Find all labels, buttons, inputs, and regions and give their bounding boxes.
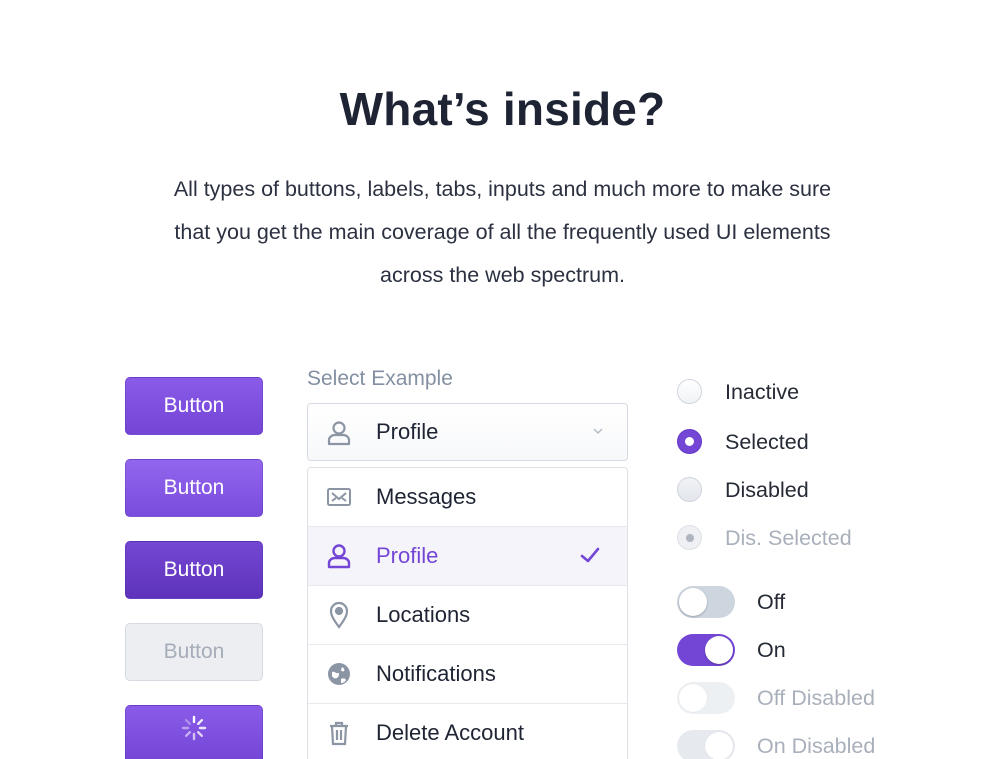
toggle-knob (705, 732, 733, 759)
menu-item-notifications[interactable]: Notifications (308, 645, 627, 704)
menu-item-label: Notifications (376, 661, 496, 686)
user-icon (324, 541, 354, 576)
trash-icon (324, 718, 354, 753)
page-title: What’s inside? (339, 83, 666, 135)
radio-label: Disabled (725, 478, 809, 502)
toggle-knob (679, 684, 707, 712)
page-description: All types of buttons, labels, tabs, inpu… (173, 177, 832, 287)
menu-item-delete-account[interactable]: Delete Account (308, 704, 627, 759)
radio-label: Inactive (725, 380, 800, 404)
primary-button-loading[interactable] (125, 705, 263, 759)
select-value: Profile (376, 419, 439, 444)
toggle-knob (679, 588, 707, 616)
toggle-on[interactable] (677, 634, 735, 666)
menu-item-label: Profile (376, 543, 439, 568)
primary-button-default[interactable]: Button (125, 377, 263, 435)
toggle-off-disabled (677, 682, 735, 714)
toggle-label: On (757, 638, 786, 662)
radio-inactive[interactable] (677, 379, 702, 404)
select-label: Select Example (307, 367, 453, 390)
radio-disabled (677, 477, 702, 502)
menu-item-label: Messages (376, 484, 477, 509)
toggle-on-disabled (677, 730, 735, 759)
primary-button-pressed[interactable]: Button (125, 541, 263, 599)
menu-item-messages[interactable]: Messages (308, 468, 627, 527)
mail-icon (324, 482, 354, 517)
toggle-label: Off Disabled (757, 686, 875, 710)
menu-item-profile[interactable]: Profile (308, 527, 627, 586)
select-menu: Messages Profile Locations Notifications… (307, 467, 628, 759)
primary-button-disabled: Button (125, 623, 263, 681)
toggle-off[interactable] (677, 586, 735, 618)
toggle-knob (705, 636, 733, 664)
radio-label: Selected (725, 430, 809, 454)
checkmark-icon (579, 544, 601, 571)
globe-icon (324, 659, 354, 694)
toggle-label: Off (757, 590, 786, 614)
user-icon (324, 418, 354, 453)
menu-item-locations[interactable]: Locations (308, 586, 627, 645)
primary-button-hover[interactable]: Button (125, 459, 263, 517)
map-pin-icon (324, 600, 354, 635)
radio-selected[interactable] (677, 429, 702, 454)
chevron-down-icon (591, 424, 605, 443)
menu-item-label: Locations (376, 602, 471, 627)
radio-disabled-selected (677, 525, 702, 550)
spinner-icon (180, 714, 208, 748)
toggle-label: On Disabled (757, 734, 876, 758)
select-dropdown[interactable]: Profile (307, 403, 628, 461)
radio-label: Dis. Selected (725, 526, 852, 550)
menu-item-label: Delete Account (376, 720, 524, 745)
